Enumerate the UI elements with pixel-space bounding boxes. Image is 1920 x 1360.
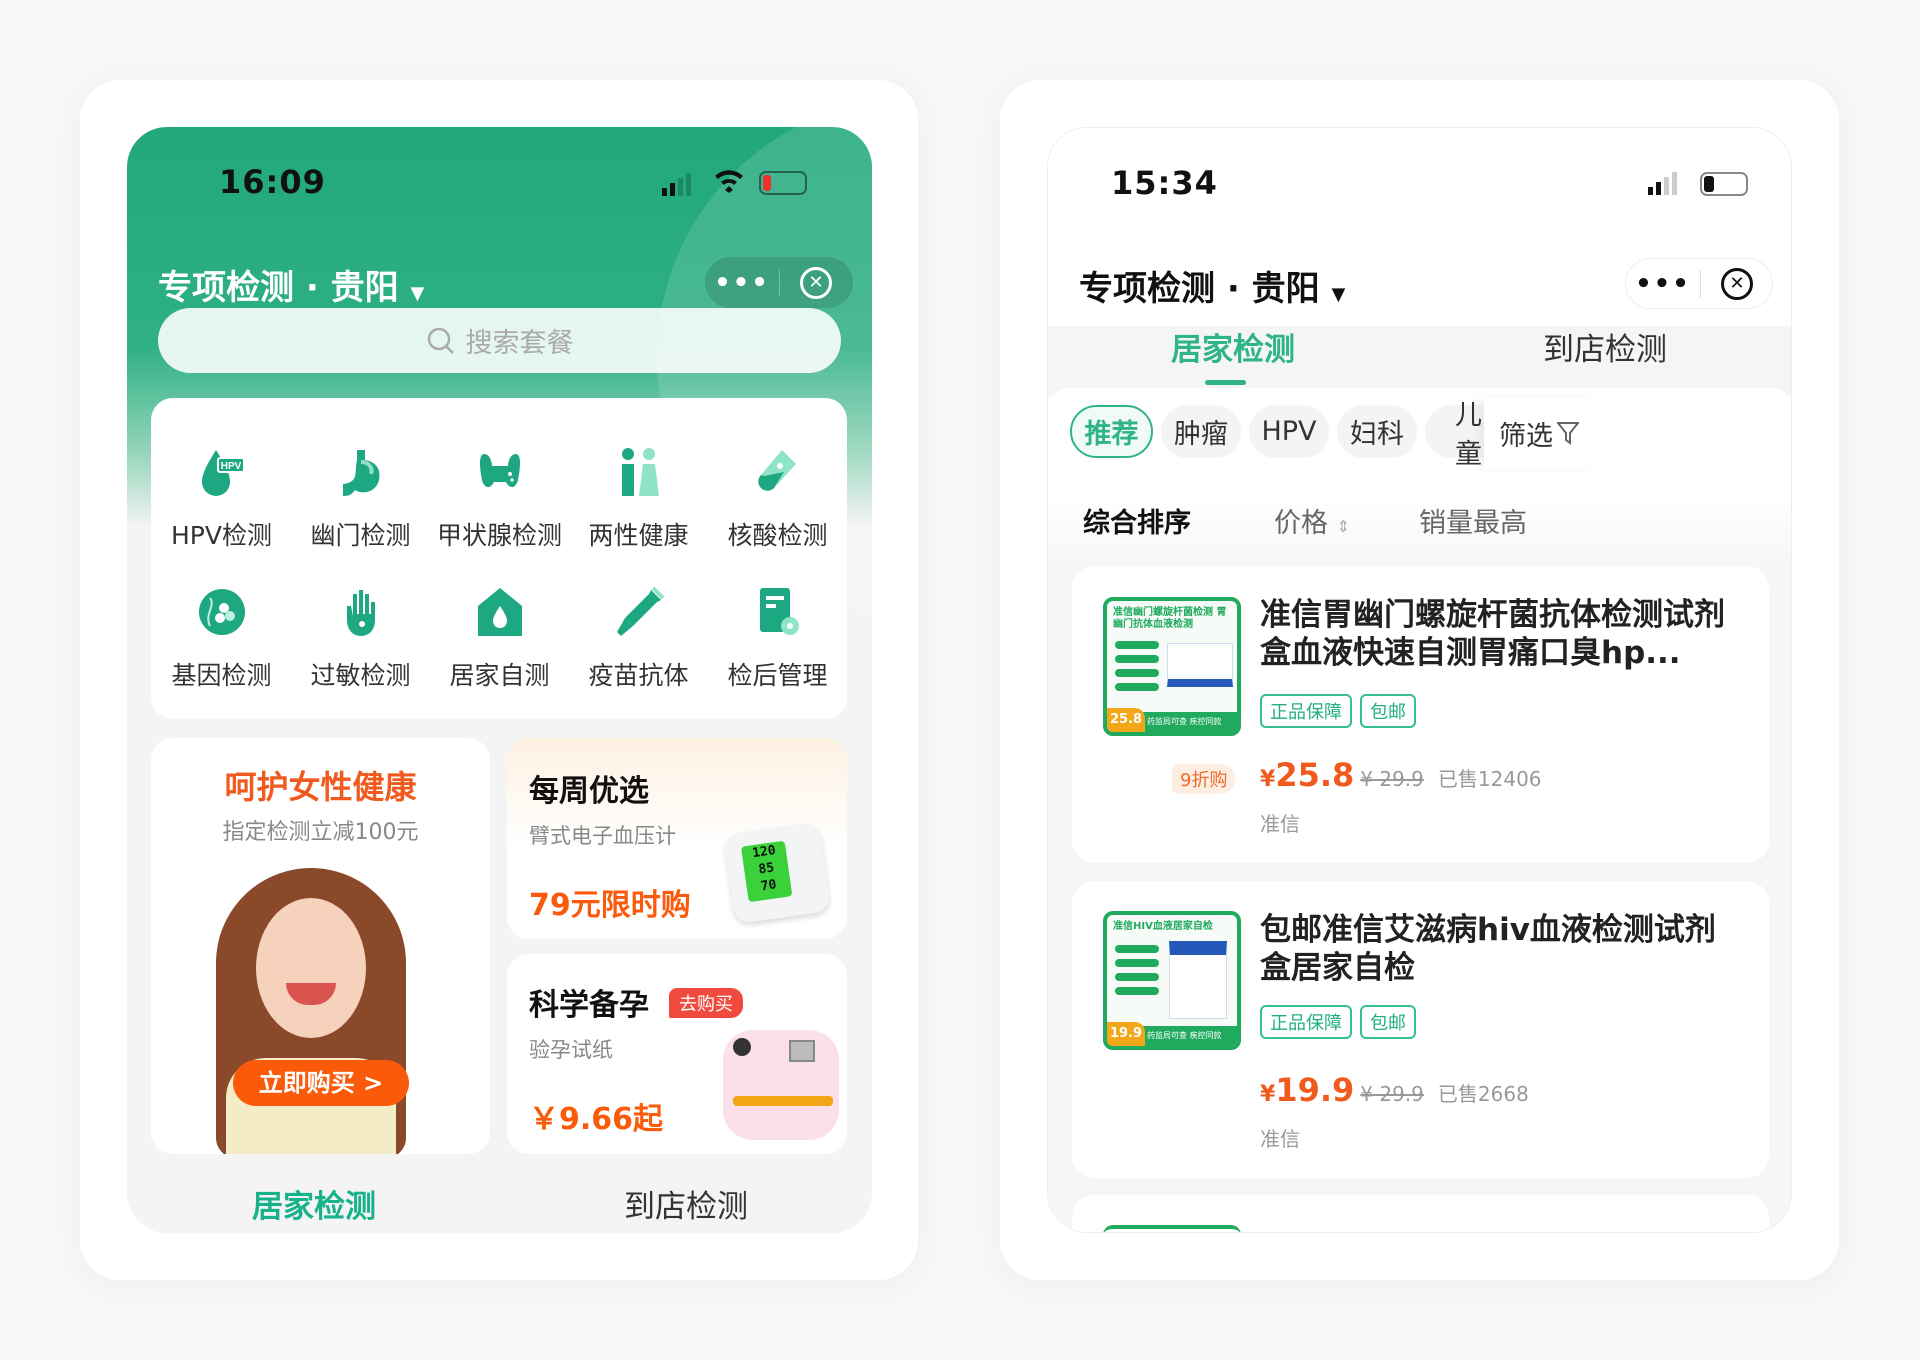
wifi-icon — [713, 167, 745, 200]
thyroid-icon — [479, 454, 520, 488]
banner-subtitle: 臂式电子血压计 — [529, 824, 676, 848]
product-card[interactable]: 准信HIV血液居家自检 药监局可查 疾控同款 19.9 包邮准信艾滋病hiv血液… — [1072, 881, 1769, 1178]
chip-gynecology[interactable]: 妇科 — [1337, 405, 1417, 458]
tab-home-test[interactable]: 居家检测 — [1171, 324, 1295, 369]
capsule-menu: ••• ✕ — [1625, 258, 1773, 309]
close-icon[interactable]: ✕ — [1721, 267, 1753, 300]
tab-bar — [1048, 326, 1791, 396]
report-gear-icon — [759, 588, 799, 635]
close-icon[interactable]: ✕ — [800, 266, 832, 299]
page-title[interactable]: 专项检测 · 贵阳 ▼ — [158, 260, 424, 309]
battery-icon — [759, 171, 807, 195]
tab-store-test[interactable]: 到店检测 — [624, 1181, 748, 1226]
product-title[interactable]: 包邮准信艾滋病hiv血液检测试剂盒居家自检 — [1260, 911, 1740, 987]
product-image: 准信幽门螺旋杆菌检测 胃幽门抗体血液检测 药监局可查 疾控同款 25.8 — [1103, 597, 1241, 736]
category-grid: HPV HPV检测 幽门检测 甲状腺检测 两性健康 核酸检测 基因检测 过敏检测… — [151, 398, 847, 719]
dna-icon — [198, 589, 245, 635]
category-hpv[interactable]: HPV HPV检测 — [152, 446, 291, 552]
sold-count: 已售2668 — [1437, 1082, 1529, 1106]
filter-icon — [1557, 422, 1579, 445]
tab-home-test[interactable]: 居家检测 — [252, 1181, 376, 1226]
test-tube-icon — [757, 450, 796, 491]
gender-icon — [621, 448, 659, 496]
page-title[interactable]: 专项检测 · 贵阳 ▼ — [1079, 261, 1345, 310]
sort-price[interactable]: 价格 ⇕ — [1274, 501, 1350, 540]
syringe-icon — [616, 586, 664, 636]
banner-subtitle: 验孕试纸 — [529, 1038, 613, 1062]
search-input[interactable]: 搜索套餐 — [158, 308, 841, 373]
status-time: 15:34 — [1111, 164, 1218, 202]
sort-comprehensive[interactable]: 综合排序 — [1083, 501, 1191, 540]
buy-now-button[interactable]: 立即购买 > — [233, 1060, 409, 1106]
category-pylori[interactable]: 幽门检测 — [291, 446, 430, 552]
product-price: ¥19.9 ¥ 29.9 已售2668 — [1260, 1071, 1529, 1109]
filter-button[interactable]: 筛选 — [1484, 398, 1594, 468]
left-phone: 16:09 专项检测 · 贵阳 ▼ ••• ✕ 搜索套餐 HPV HPV检测 幽… — [127, 127, 872, 1233]
product-tags: 正品保障 包邮 — [1260, 694, 1424, 728]
category-home-test[interactable]: 居家自测 — [430, 586, 569, 692]
right-phone: 15:34 专项检测 · 贵阳 ▼ ••• ✕ 居家检测 到店检测 推荐 肿瘤 … — [1047, 127, 1792, 1233]
signal-icon — [1648, 172, 1677, 195]
discount-badge: 9折购 — [1172, 764, 1236, 794]
banner-title: 科学备孕 — [529, 988, 649, 1023]
product-brand: 准信 — [1260, 812, 1300, 836]
category-vaccine[interactable]: 疫苗抗体 — [569, 586, 708, 692]
stomach-icon — [342, 450, 379, 496]
tab-store-test[interactable]: 到店检测 — [1543, 324, 1667, 369]
product-brand: 准信 — [1260, 1127, 1300, 1151]
banner-price: 79元限时购 — [529, 888, 691, 923]
sold-count: 已售12406 — [1437, 767, 1542, 791]
search-icon — [427, 327, 454, 354]
chip-recommended[interactable]: 推荐 — [1070, 405, 1153, 458]
search-placeholder: 搜索套餐 — [465, 328, 574, 359]
chip-hpv[interactable]: HPV — [1249, 405, 1329, 458]
caret-down-icon: ▼ — [410, 283, 425, 304]
category-allergy[interactable]: 过敏检测 — [291, 586, 430, 692]
hand-icon — [346, 590, 375, 636]
chip-tumor[interactable]: 肿瘤 — [1161, 405, 1241, 458]
product-price: ¥25.8 ¥ 29.9 已售12406 — [1260, 756, 1542, 794]
product-tags: 正品保障 包邮 — [1260, 1005, 1424, 1039]
capsule-menu: ••• ✕ — [705, 257, 853, 308]
caret-down-icon: ▼ — [1331, 284, 1346, 305]
ultrasound-illustration — [723, 1030, 839, 1140]
hpv-drop-icon: HPV — [201, 450, 245, 496]
sort-arrows-icon: ⇕ — [1336, 517, 1350, 536]
woman-photo — [196, 858, 446, 1154]
category-thyroid[interactable]: 甲状腺检测 — [430, 446, 569, 552]
tab-underline — [1205, 380, 1246, 385]
original-price: ¥ 29.9 — [1360, 1082, 1424, 1106]
sort-sales[interactable]: 销量最高 — [1419, 501, 1527, 540]
banner-title: 每周优选 — [529, 774, 649, 809]
original-price: ¥ 29.9 — [1360, 767, 1424, 791]
banner-weekly-pick[interactable]: 每周优选 臂式电子血压计 79元限时购 120 85 70 — [507, 738, 847, 939]
product-image: 准信HIV血液居家自检 药监局可查 疾控同款 19.9 — [1103, 911, 1241, 1050]
banner-pregnancy[interactable]: 科学备孕 去购买 验孕试纸 ￥9.66起 — [507, 954, 847, 1154]
buy-badge[interactable]: 去购买 — [669, 988, 743, 1018]
more-button[interactable]: ••• — [1626, 269, 1700, 299]
banner-title: 呵护女性健康 — [224, 768, 417, 806]
banner-price: ￥9.66起 — [529, 1102, 664, 1137]
svg-text:HPV: HPV — [220, 461, 241, 472]
category-post-test[interactable]: 检后管理 — [708, 586, 847, 692]
product-title[interactable]: 准信胃幽门螺旋杆菌抗体检测试剂盒血液快速自测胃痛口臭hp... — [1260, 596, 1740, 672]
category-sexual-health[interactable]: 两性健康 — [569, 446, 708, 552]
product-card-partial[interactable] — [1072, 1195, 1769, 1232]
category-gene[interactable]: 基因检测 — [152, 586, 291, 692]
more-button[interactable]: ••• — [705, 268, 779, 298]
banner-subtitle: 指定检测立减100元 — [222, 820, 419, 845]
banner-women-health[interactable]: 呵护女性健康 指定检测立减100元 立即购买 > — [151, 738, 490, 1154]
product-card[interactable]: 准信幽门螺旋杆菌检测 胃幽门抗体血液检测 药监局可查 疾控同款 25.8 准信胃… — [1072, 566, 1769, 863]
status-time: 16:09 — [219, 163, 326, 201]
blood-pressure-monitor-image: 120 85 70 — [723, 821, 831, 925]
home-drop-icon — [477, 588, 522, 636]
category-nucleic-acid[interactable]: 核酸检测 — [708, 446, 847, 552]
filter-area — [1048, 388, 1791, 568]
battery-icon — [1700, 172, 1748, 196]
signal-icon — [662, 173, 691, 196]
